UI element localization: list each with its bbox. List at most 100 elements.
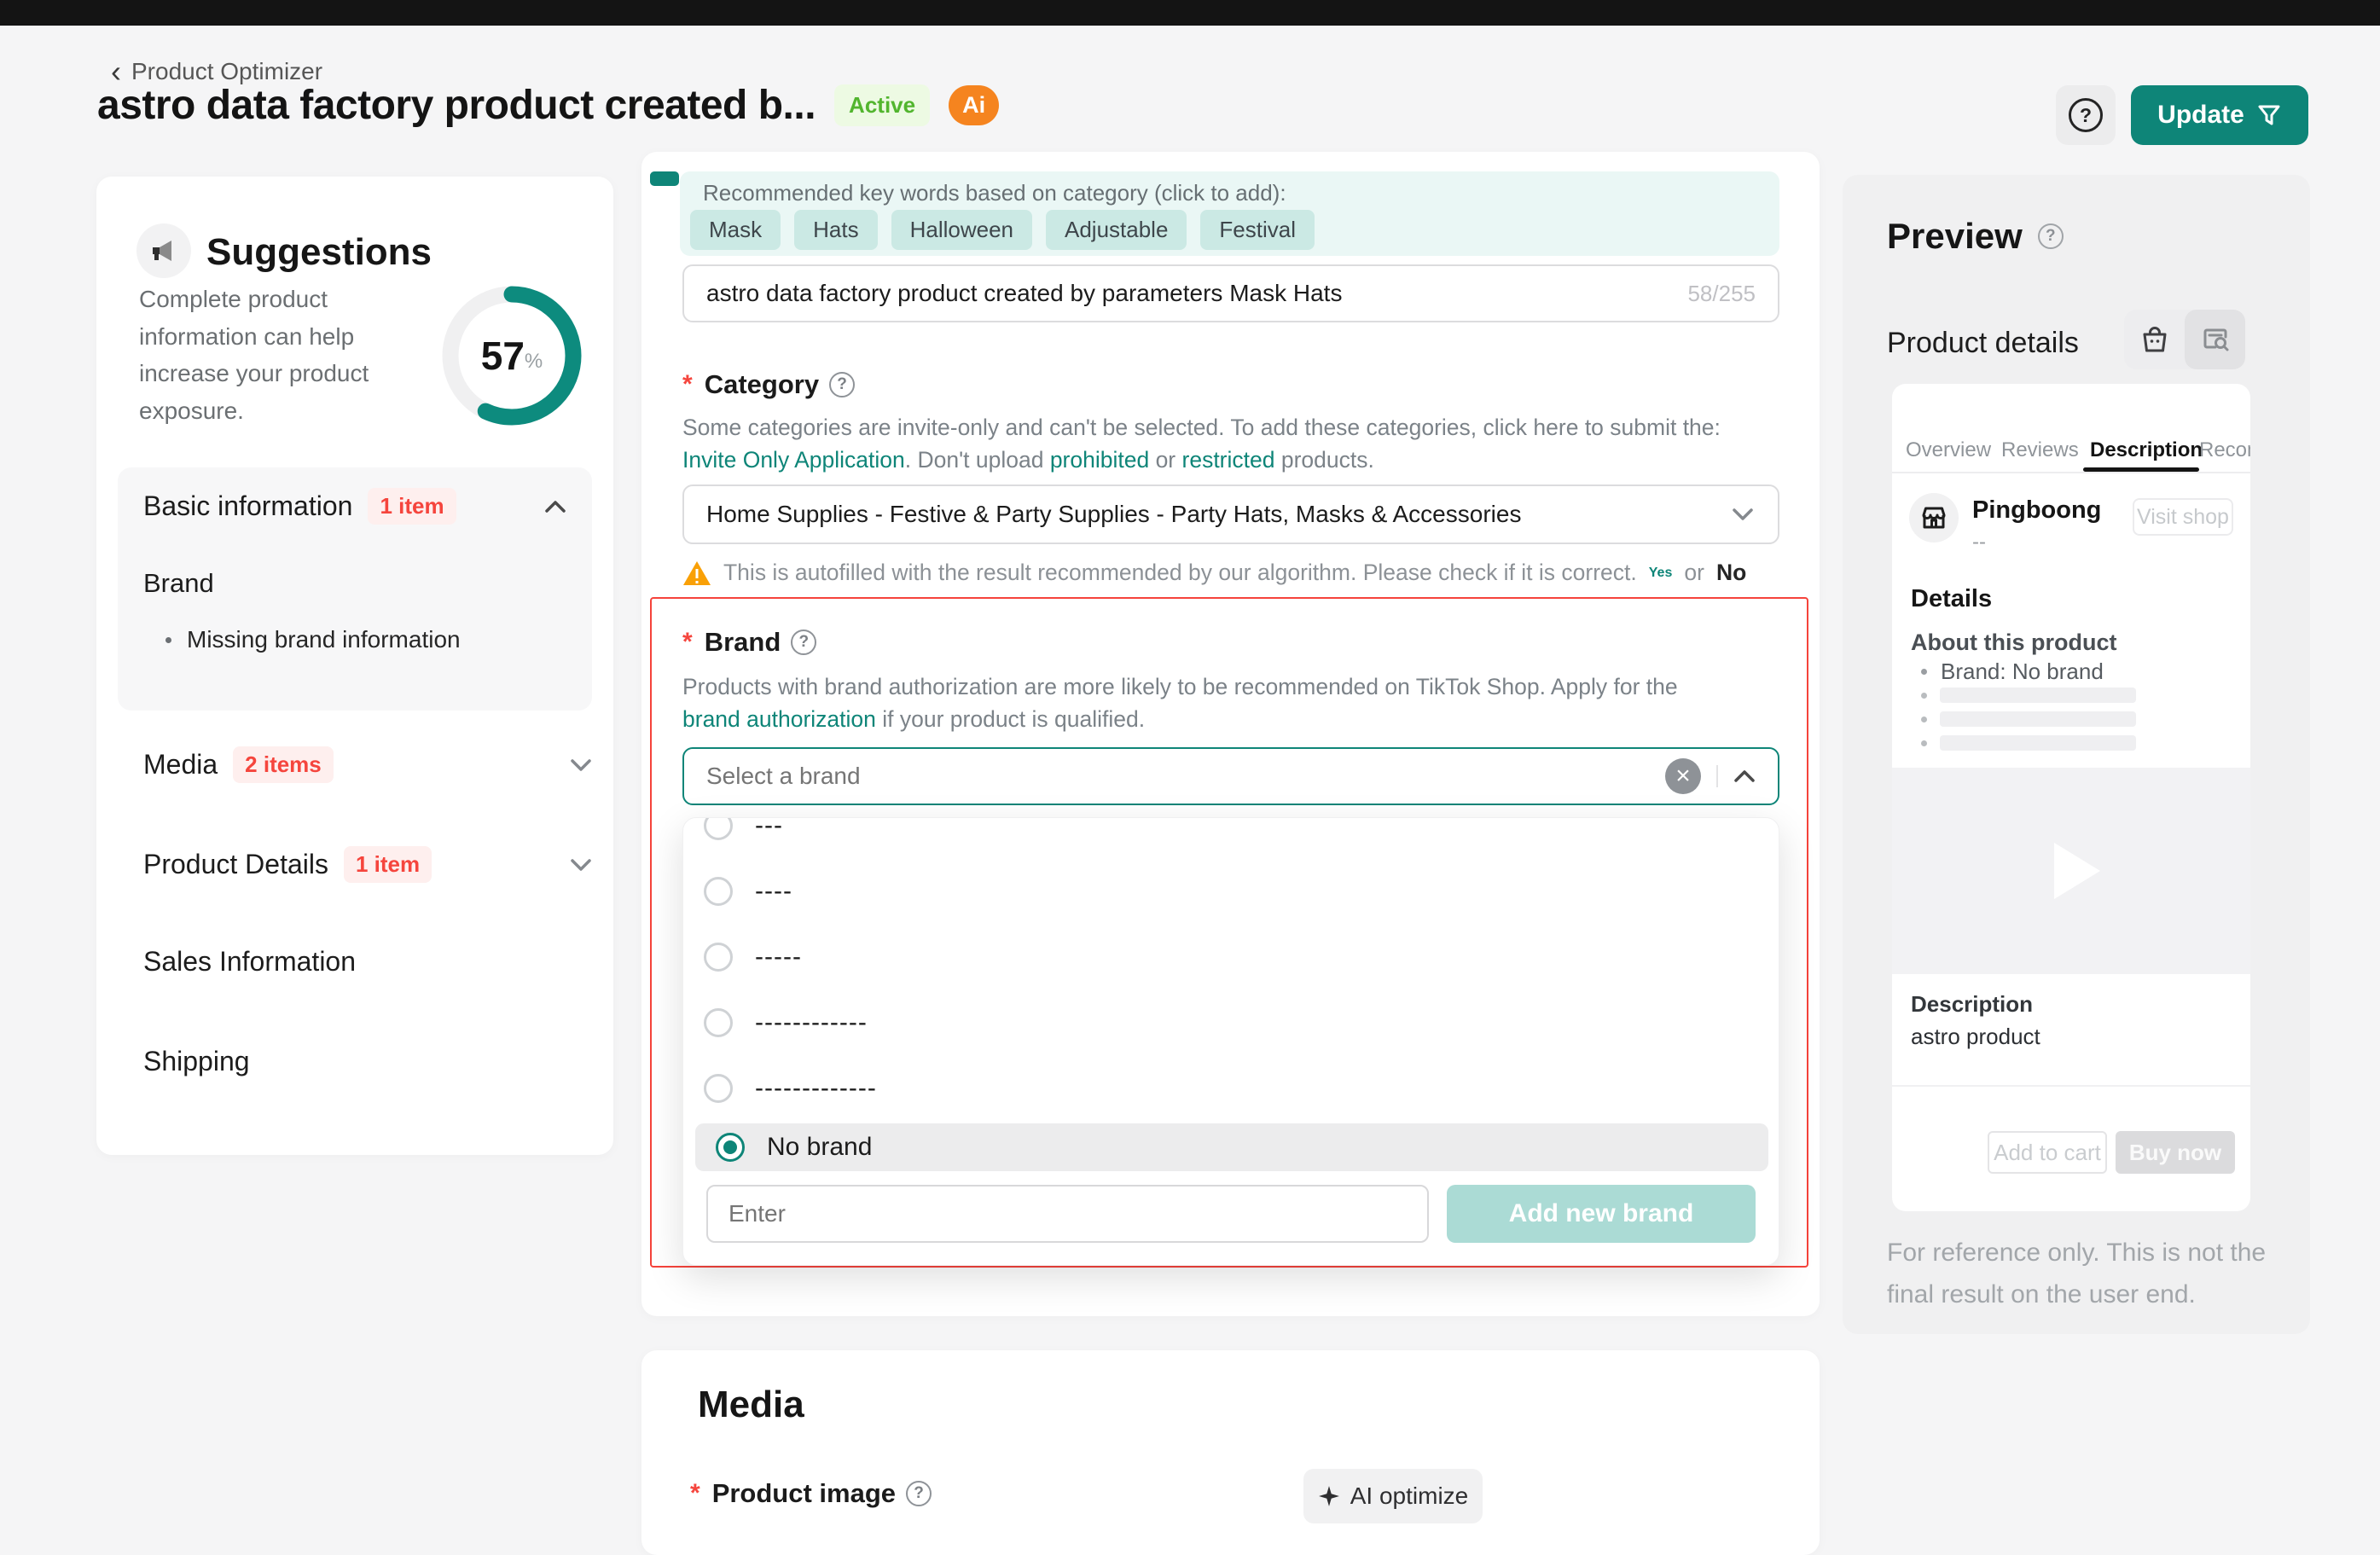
- keyword-chip[interactable]: Halloween: [891, 210, 1032, 250]
- help-icon: ?: [2069, 98, 2103, 132]
- preview-help-icon[interactable]: ?: [2038, 223, 2064, 249]
- restricted-link[interactable]: restricted: [1182, 447, 1275, 473]
- brand-option-label: ---: [755, 817, 783, 840]
- about-title: About this product: [1911, 630, 2116, 656]
- sidebar-basic-group-label[interactable]: Brand: [143, 568, 214, 599]
- category-help-icon[interactable]: ?: [829, 372, 855, 397]
- sidebar-section-sales[interactable]: Sales Information: [143, 946, 592, 978]
- sidebar-section-basic-badge: 1 item: [368, 488, 456, 525]
- category-helper-mid1: . Don't upload: [905, 447, 1050, 473]
- sidebar-section-product-details-title: Product Details: [143, 849, 328, 880]
- char-counter: 58/255: [1687, 281, 1778, 307]
- category-helper-mid2: or: [1149, 447, 1181, 473]
- product-image-help-icon[interactable]: ?: [906, 1481, 932, 1506]
- radio-icon: [704, 817, 733, 840]
- product-image-label: Product image: [712, 1478, 896, 1509]
- suggestions-description: Complete product information can help in…: [139, 281, 403, 430]
- radio-icon: [704, 1008, 733, 1037]
- tab-overview[interactable]: Overview: [1906, 438, 1991, 462]
- category-confirm-no[interactable]: No: [1716, 560, 1746, 586]
- product-title-input[interactable]: [684, 280, 1687, 307]
- skeleton-line: [1940, 735, 2136, 751]
- brand-select[interactable]: ×: [682, 747, 1779, 805]
- brand-option[interactable]: ----: [683, 858, 1779, 924]
- prohibited-link[interactable]: prohibited: [1050, 447, 1149, 473]
- brand-option[interactable]: ---: [683, 817, 1779, 858]
- details-title: Details: [1911, 585, 1992, 613]
- footer-divider: [1892, 1085, 2250, 1087]
- ai-optimize-button[interactable]: AI optimize: [1303, 1469, 1483, 1523]
- keyword-chip[interactable]: Mask: [690, 210, 781, 250]
- brand-option-selected[interactable]: No brand: [695, 1123, 1768, 1171]
- update-label: Update: [2157, 101, 2244, 130]
- brand-option[interactable]: -----: [683, 924, 1779, 989]
- category-helper-tail: products.: [1274, 447, 1373, 473]
- radio-icon: [704, 943, 733, 972]
- tabs-divider: [1892, 472, 2250, 473]
- cart-view-button[interactable]: [2124, 310, 2185, 369]
- sidebar-section-shipping[interactable]: Shipping: [143, 1046, 592, 1077]
- bullet-icon: [1921, 740, 1927, 746]
- sidebar-basic-issue[interactable]: Missing brand information: [165, 626, 461, 653]
- preview-card: Overview Reviews Description Recommend P…: [1892, 384, 2250, 1211]
- bullet-icon: [1921, 669, 1927, 675]
- brand-option[interactable]: -------------: [683, 1055, 1779, 1121]
- brand-option-label: No brand: [767, 1133, 872, 1162]
- video-placeholder[interactable]: [1892, 768, 2250, 974]
- preview-disclaimer: For reference only. This is not the fina…: [1887, 1233, 2305, 1315]
- keywords-panel: Recommended key words based on category …: [680, 171, 1779, 256]
- brand-helper-tail: if your product is qualified.: [876, 706, 1145, 732]
- update-button[interactable]: Update: [2131, 85, 2308, 145]
- sidebar-section-media-title: Media: [143, 749, 218, 780]
- chevron-down-icon: [570, 858, 592, 872]
- category-selected-value: Home Supplies - Festive & Party Supplies…: [684, 501, 1732, 528]
- shop-avatar: [1909, 493, 1959, 543]
- sidebar-section-basic-header[interactable]: Basic information 1 item: [143, 488, 566, 525]
- brand-select-input[interactable]: [684, 763, 1665, 790]
- funnel-icon: [2256, 102, 2282, 128]
- keyword-chip[interactable]: Adjustable: [1046, 210, 1187, 250]
- brand-option-label: -----: [755, 943, 802, 972]
- sidebar-section-product-details[interactable]: Product Details 1 item: [143, 846, 592, 883]
- keyword-chip[interactable]: Hats: [794, 210, 877, 250]
- add-new-brand-button[interactable]: Add new brand: [1447, 1185, 1756, 1243]
- visit-shop-button[interactable]: Visit shop: [2133, 498, 2233, 536]
- preview-description-label: Description: [1911, 991, 2033, 1018]
- brand-option[interactable]: ------------: [683, 989, 1779, 1055]
- buy-now-button[interactable]: Buy now: [2116, 1131, 2235, 1174]
- shop-name: Pingboong: [1972, 496, 2101, 525]
- basic-information-card: Recommended key words based on category …: [641, 152, 1820, 1316]
- section-accent-bar: [650, 171, 679, 186]
- category-confirm-yes[interactable]: Yes: [1649, 566, 1673, 581]
- radio-icon: [704, 877, 733, 906]
- tab-description[interactable]: Description: [2090, 438, 2203, 462]
- skeleton-line: [1940, 711, 2136, 727]
- invite-only-application-link[interactable]: Invite Only Application: [682, 447, 905, 473]
- add-to-cart-button[interactable]: Add to cart: [1988, 1131, 2107, 1174]
- detail-view-button[interactable]: [2185, 310, 2245, 369]
- brand-help-icon[interactable]: ?: [791, 630, 816, 655]
- header-help-button[interactable]: ?: [2056, 85, 2116, 145]
- preview-title: Preview: [1887, 216, 2023, 257]
- sidebar-section-sales-title: Sales Information: [143, 946, 356, 978]
- category-select[interactable]: Home Supplies - Festive & Party Supplies…: [682, 484, 1779, 544]
- brand-option-label: ------------: [755, 1008, 868, 1037]
- radio-selected-icon: [716, 1133, 745, 1162]
- required-asterisk: *: [682, 370, 693, 399]
- status-badge: Active: [834, 84, 930, 126]
- clear-icon[interactable]: ×: [1665, 758, 1701, 794]
- required-asterisk: *: [690, 1479, 700, 1508]
- tab-recommend[interactable]: Recommend: [2199, 438, 2250, 462]
- warning-icon: [682, 560, 711, 586]
- new-brand-input[interactable]: [706, 1185, 1429, 1243]
- keyword-chip[interactable]: Festival: [1200, 210, 1315, 250]
- sidebar-section-media[interactable]: Media 2 items: [143, 746, 592, 783]
- bullet-icon: [165, 637, 171, 643]
- skeleton-line: [1940, 688, 2136, 703]
- sidebar-section-media-badge: 2 items: [233, 746, 334, 783]
- page-search-icon: [2201, 325, 2230, 354]
- tab-reviews[interactable]: Reviews: [2001, 438, 2079, 462]
- suggestions-title: Suggestions: [206, 231, 432, 274]
- brand-authorization-link[interactable]: brand authorization: [682, 706, 876, 732]
- brand-option-label: -------------: [755, 1074, 877, 1103]
